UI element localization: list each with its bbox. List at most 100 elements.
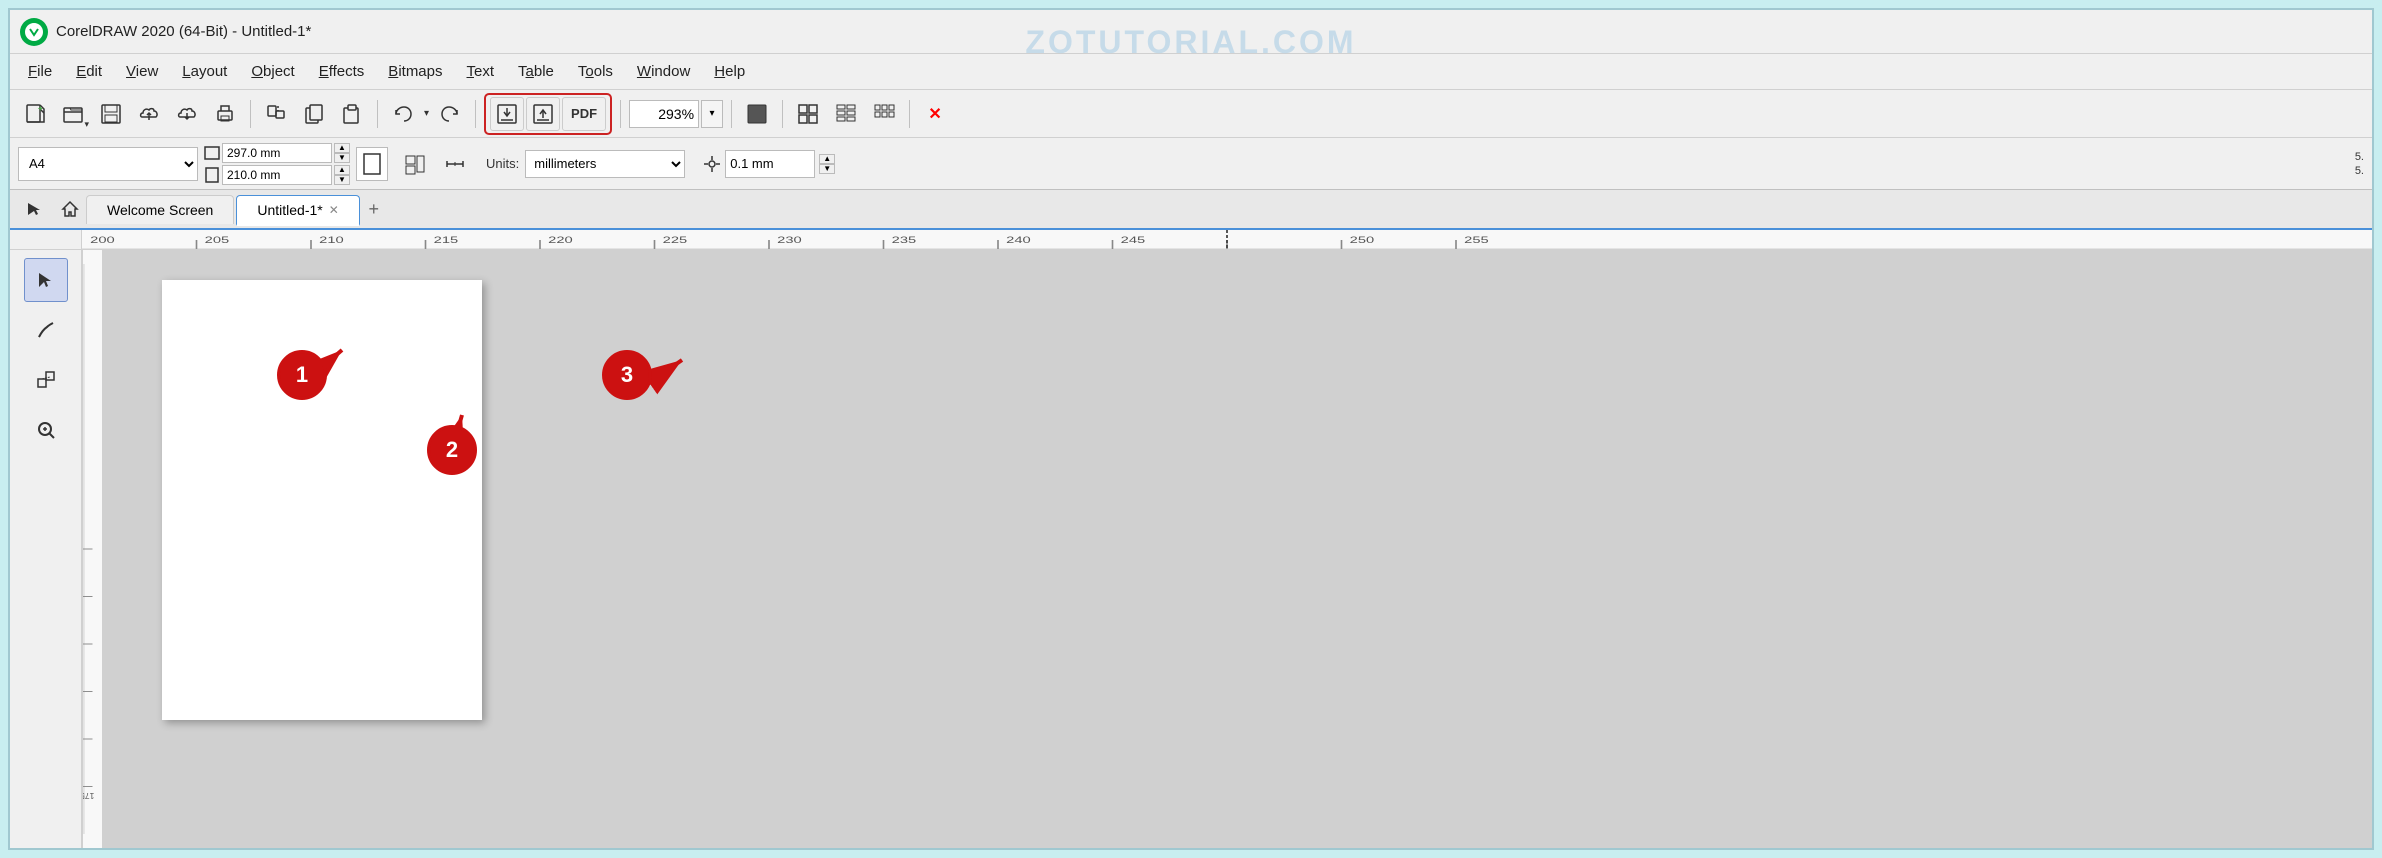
portrait-button[interactable]: [356, 147, 388, 181]
tool-selector[interactable]: [18, 193, 50, 225]
page-options-button[interactable]: [398, 147, 432, 181]
nudge-spinners: ▲ ▼: [819, 154, 835, 174]
tab-add-button[interactable]: +: [362, 197, 386, 221]
sep1: [250, 100, 251, 128]
width-input[interactable]: [222, 143, 332, 163]
svg-text:220: 220: [548, 235, 573, 245]
open-button[interactable]: ▾: [56, 97, 90, 131]
print-button[interactable]: [208, 97, 242, 131]
sep4: [620, 100, 621, 128]
width-up[interactable]: ▲: [334, 143, 350, 153]
snap-group: 5. 5.: [2355, 151, 2364, 177]
snap-y-value: 5.: [2355, 165, 2364, 177]
height-down[interactable]: ▼: [334, 175, 350, 185]
paste-icon[interactable]: [335, 97, 369, 131]
save-button[interactable]: [94, 97, 128, 131]
svg-text:230: 230: [777, 235, 802, 245]
svg-text:210: 210: [319, 235, 344, 245]
grid2-button[interactable]: [829, 97, 863, 131]
svg-text:250: 250: [1350, 235, 1375, 245]
grid-button[interactable]: [791, 97, 825, 131]
page-size-select[interactable]: A4 A3 Letter: [18, 147, 198, 181]
menu-help[interactable]: Help: [704, 59, 755, 84]
toolbar1: + ▾: [10, 90, 2372, 138]
ruler-corner: [10, 230, 82, 250]
height-input[interactable]: [222, 165, 332, 185]
sidebar-tools: [10, 250, 82, 848]
canvas-page: [162, 280, 482, 720]
sep6: [782, 100, 783, 128]
pdf-label: PDF: [571, 106, 597, 121]
sep7: [909, 100, 910, 128]
nudge-input[interactable]: [725, 150, 815, 178]
annotation-1: 1: [277, 350, 327, 400]
app-icon: [20, 18, 48, 46]
sep5: [731, 100, 732, 128]
tab-close-icon[interactable]: ✕: [329, 203, 339, 217]
cloud-download-button[interactable]: [170, 97, 204, 131]
transform-tool[interactable]: [24, 358, 68, 402]
sep2: [377, 100, 378, 128]
menu-effects[interactable]: Effects: [309, 59, 375, 84]
measure-button[interactable]: [438, 147, 472, 181]
menu-text[interactable]: Text: [457, 59, 505, 84]
menu-view[interactable]: View: [116, 59, 168, 84]
zoom-dropdown[interactable]: ▾: [701, 100, 723, 128]
annotation-2: 2: [427, 425, 477, 475]
undo-button[interactable]: [386, 97, 420, 131]
nudge-up[interactable]: ▲: [819, 154, 835, 164]
new-button[interactable]: +: [18, 97, 52, 131]
import-up-button[interactable]: [526, 97, 560, 131]
ruler-vertical: 175: [82, 250, 102, 848]
copy-icon[interactable]: [297, 97, 331, 131]
menu-object[interactable]: Object: [241, 59, 304, 84]
main-window: CorelDRAW 2020 (64-Bit) - Untitled-1* ZO…: [8, 8, 2374, 850]
redo-button[interactable]: [433, 97, 467, 131]
svg-text:+: +: [38, 104, 43, 113]
menu-table[interactable]: Table: [508, 59, 564, 84]
svg-text:255: 255: [1464, 235, 1489, 245]
menu-bitmaps[interactable]: Bitmaps: [378, 59, 452, 84]
svg-text:215: 215: [434, 235, 459, 245]
svg-text:175: 175: [83, 791, 94, 801]
units-label: Units:: [486, 156, 519, 171]
height-up[interactable]: ▲: [334, 165, 350, 175]
zoom-input[interactable]: [629, 100, 699, 128]
freehand-tool[interactable]: [24, 308, 68, 352]
height-spinners: ▲ ▼: [334, 165, 350, 185]
import-down-button[interactable]: [490, 97, 524, 131]
tab-document-label: Untitled-1*: [257, 202, 322, 218]
close-button[interactable]: ✕: [918, 97, 952, 131]
pdf-button[interactable]: PDF: [562, 97, 606, 131]
nudge-icon: [703, 155, 721, 173]
title-bar: CorelDRAW 2020 (64-Bit) - Untitled-1* ZO…: [10, 10, 2372, 54]
tab-welcome[interactable]: Welcome Screen: [86, 195, 234, 224]
menu-bar: File Edit View Layout Object Effects Bit…: [10, 54, 2372, 90]
select-tool[interactable]: [24, 258, 68, 302]
svg-text:205: 205: [205, 235, 230, 245]
width-down[interactable]: ▼: [334, 153, 350, 163]
home-button[interactable]: [54, 193, 86, 225]
menu-tools[interactable]: Tools: [568, 59, 623, 84]
title-text: CorelDRAW 2020 (64-Bit) - Untitled-1*: [56, 23, 311, 40]
tab-document[interactable]: Untitled-1* ✕: [236, 195, 359, 226]
menu-edit[interactable]: Edit: [66, 59, 112, 84]
undo-dropdown[interactable]: ▾: [424, 108, 429, 119]
sep3: [475, 100, 476, 128]
width-spinners: ▲ ▼: [334, 143, 350, 163]
menu-window[interactable]: Window: [627, 59, 700, 84]
grid3-button[interactable]: [867, 97, 901, 131]
zoom-tool[interactable]: [24, 408, 68, 452]
units-select[interactable]: millimeters inches pixels: [525, 150, 685, 178]
ruler-horizontal: 200 205 210 215 220 225 230 235 240 245: [82, 230, 2372, 250]
menu-file[interactable]: File: [18, 59, 62, 84]
view-full-button[interactable]: [740, 97, 774, 131]
cloud-upload-button[interactable]: [132, 97, 166, 131]
menu-layout[interactable]: Layout: [172, 59, 237, 84]
svg-text:245: 245: [1121, 235, 1146, 245]
ruler-row: 200 205 210 215 220 225 230 235 240 245: [10, 230, 2372, 250]
nudge-down[interactable]: ▼: [819, 164, 835, 174]
svg-text:235: 235: [892, 235, 917, 245]
canvas-content[interactable]: 1 2 3: [102, 250, 2372, 848]
cut-icon[interactable]: [259, 97, 293, 131]
